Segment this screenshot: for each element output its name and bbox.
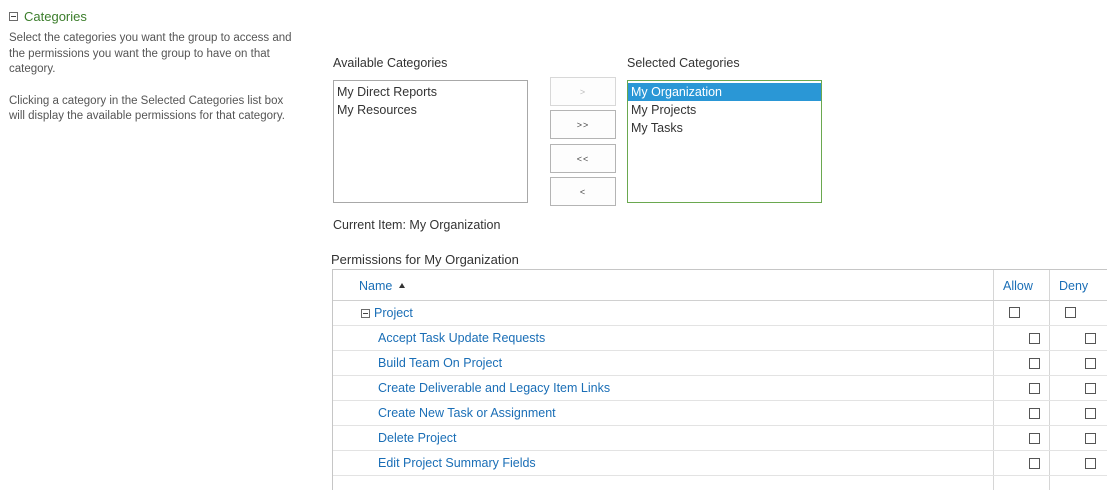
remove-button[interactable]: <: [550, 177, 616, 206]
deny-checkbox[interactable]: [1085, 333, 1096, 344]
add-all-button[interactable]: >>: [550, 110, 616, 139]
selected-option[interactable]: My Tasks: [628, 119, 821, 137]
allow-checkbox[interactable]: [1029, 408, 1040, 419]
permission-link[interactable]: Accept Task Update Requests: [378, 331, 545, 345]
available-categories-listbox[interactable]: My Direct Reports My Resources: [333, 80, 528, 203]
allow-checkbox[interactable]: [1029, 333, 1040, 344]
table-row: Create Deliverable and Legacy Item Links: [333, 376, 1107, 401]
deny-checkbox[interactable]: [1085, 358, 1096, 369]
group-toggle[interactable]: Project: [361, 306, 413, 320]
remove-all-button[interactable]: <<: [550, 144, 616, 173]
categories-section-header[interactable]: Categories: [9, 9, 87, 24]
selected-option[interactable]: My Organization: [628, 83, 821, 101]
table-row: Accept Task Update Requests: [333, 326, 1107, 351]
group-label: Project: [374, 306, 413, 320]
section-description: Select the categories you want the group…: [9, 31, 299, 141]
deny-checkbox[interactable]: [1085, 383, 1096, 394]
table-row: Delete Project: [333, 426, 1107, 451]
selected-categories-listbox[interactable]: My Organization My Projects My Tasks: [627, 80, 822, 203]
name-column-header[interactable]: Name: [359, 279, 406, 293]
available-option[interactable]: My Direct Reports: [334, 83, 527, 101]
collapse-icon[interactable]: [9, 12, 18, 21]
permission-link[interactable]: Create New Task or Assignment: [378, 406, 556, 420]
allow-checkbox[interactable]: [1029, 358, 1040, 369]
allow-checkbox[interactable]: [1029, 458, 1040, 469]
deny-checkbox[interactable]: [1085, 433, 1096, 444]
selected-categories-label: Selected Categories: [627, 56, 740, 70]
current-item-label: Current Item: My Organization: [333, 218, 501, 232]
group-allow-checkbox[interactable]: [1009, 307, 1020, 318]
permissions-title: Permissions for My Organization: [331, 252, 519, 267]
permission-link[interactable]: Edit Project Summary Fields: [378, 456, 536, 470]
add-button[interactable]: >: [550, 77, 616, 106]
table-row: Build Team On Project: [333, 351, 1107, 376]
selected-option[interactable]: My Projects: [628, 101, 821, 119]
allow-checkbox[interactable]: [1029, 383, 1040, 394]
section-title: Categories: [24, 9, 87, 24]
grid-header-row: Name Allow Deny: [333, 270, 1107, 301]
allow-column-header[interactable]: Allow: [1003, 279, 1033, 293]
available-option[interactable]: My Resources: [334, 101, 527, 119]
deny-checkbox[interactable]: [1085, 408, 1096, 419]
permission-link[interactable]: Build Team On Project: [378, 356, 502, 370]
description-text-1: Select the categories you want the group…: [9, 32, 292, 75]
deny-column-header[interactable]: Deny: [1059, 279, 1088, 293]
permission-link[interactable]: Delete Project: [378, 431, 457, 445]
sort-ascending-icon: [399, 283, 406, 288]
permission-link[interactable]: Create Deliverable and Legacy Item Links: [378, 381, 610, 395]
group-row: Project: [333, 301, 1107, 326]
description-text-2: Clicking a category in the Selected Cate…: [9, 94, 285, 123]
allow-checkbox[interactable]: [1029, 433, 1040, 444]
available-categories-label: Available Categories: [333, 56, 448, 70]
deny-checkbox[interactable]: [1085, 458, 1096, 469]
table-row: Create New Task or Assignment: [333, 401, 1107, 426]
collapse-icon[interactable]: [361, 308, 370, 318]
table-row: Edit Project Summary Fields: [333, 451, 1107, 476]
group-deny-checkbox[interactable]: [1065, 307, 1076, 318]
permissions-grid: Name Allow Deny Project Accept Task Upda…: [332, 269, 1107, 490]
